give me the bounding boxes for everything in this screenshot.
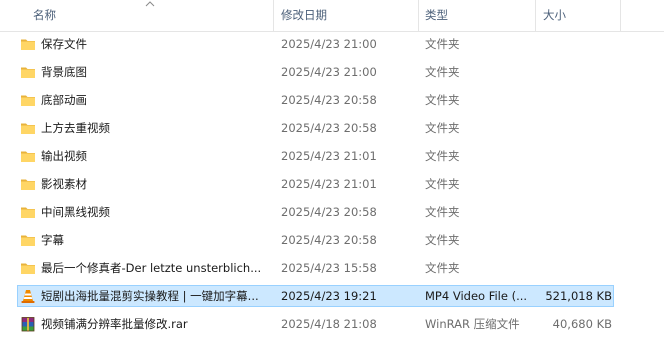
file-size — [540, 145, 612, 167]
file-modified-date: 2025/4/23 20:58 — [281, 121, 377, 135]
vlc-cone-icon — [20, 288, 36, 304]
file-size — [540, 257, 612, 279]
folder-icon — [20, 204, 36, 220]
file-modified-date: 2025/4/23 15:58 — [281, 261, 377, 275]
folder-icon — [20, 232, 36, 248]
column-divider[interactable] — [418, 0, 419, 31]
folder-icon — [20, 260, 36, 276]
file-row[interactable]: 保存文件 2025/4/23 21:00 文件夹 — [0, 33, 664, 55]
file-size — [540, 117, 612, 139]
file-type: 文件夹 — [425, 261, 460, 275]
winrar-archive-icon — [20, 316, 36, 332]
file-type: 文件夹 — [425, 65, 460, 79]
file-name[interactable]: 中间黑线视频 — [41, 201, 269, 223]
file-name[interactable]: 上方去重视频 — [41, 117, 269, 139]
file-modified-date: 2025/4/23 21:01 — [281, 177, 377, 191]
file-size — [540, 89, 612, 111]
file-size: 521,018 KB — [545, 289, 612, 303]
file-modified-date: 2025/4/23 20:58 — [281, 233, 377, 247]
file-name[interactable]: 短剧出海批量混剪实操教程 | 一键加字幕... — [41, 285, 269, 307]
file-modified-date: 2025/4/23 21:00 — [281, 65, 377, 79]
column-divider[interactable] — [620, 0, 621, 31]
folder-icon — [20, 176, 36, 192]
file-name[interactable]: 背景底图 — [41, 61, 269, 83]
file-size — [540, 173, 612, 195]
file-type: 文件夹 — [425, 149, 460, 163]
file-name[interactable]: 底部动画 — [41, 89, 269, 111]
column-divider[interactable] — [273, 0, 274, 31]
file-type: MP4 Video File (... — [425, 289, 528, 303]
file-size — [540, 33, 612, 55]
file-row[interactable]: 中间黑线视频 2025/4/23 20:58 文件夹 — [0, 201, 664, 223]
folder-icon — [20, 36, 36, 52]
sort-ascending-icon[interactable] — [144, 0, 156, 9]
folder-icon — [20, 148, 36, 164]
column-header-type[interactable]: 类型 — [425, 0, 448, 31]
file-name[interactable]: 字幕 — [41, 229, 269, 251]
file-row[interactable]: 底部动画 2025/4/23 20:58 文件夹 — [0, 89, 664, 111]
file-modified-date: 2025/4/23 21:01 — [281, 149, 377, 163]
file-modified-date: 2025/4/23 19:21 — [281, 289, 377, 303]
column-divider[interactable] — [535, 0, 536, 31]
file-row[interactable]: 短剧出海批量混剪实操教程 | 一键加字幕... 2025/4/23 19:21 MP… — [0, 285, 664, 307]
file-type: 文件夹 — [425, 177, 460, 191]
file-name[interactable]: 保存文件 — [41, 33, 269, 55]
file-modified-date: 2025/4/23 20:58 — [281, 93, 377, 107]
file-type: 文件夹 — [425, 121, 460, 135]
file-size: 40,680 KB — [552, 317, 612, 331]
file-modified-date: 2025/4/23 21:00 — [281, 37, 377, 51]
file-row[interactable]: 字幕 2025/4/23 20:58 文件夹 — [0, 229, 664, 251]
file-name[interactable]: 影视素材 — [41, 173, 269, 195]
file-row[interactable]: 背景底图 2025/4/23 21:00 文件夹 — [0, 61, 664, 83]
file-size — [540, 201, 612, 223]
file-type: WinRAR 压缩文件 — [425, 317, 520, 331]
file-row[interactable]: 输出视频 2025/4/23 21:01 文件夹 — [0, 145, 664, 167]
file-type: 文件夹 — [425, 233, 460, 247]
file-name[interactable]: 视频铺满分辨率批量修改.rar — [41, 313, 269, 335]
folder-icon — [20, 120, 36, 136]
file-name[interactable]: 最后一个修真者-Der letzte unsterblich... — [41, 257, 269, 279]
file-type: 文件夹 — [425, 93, 460, 107]
file-modified-date: 2025/4/18 21:08 — [281, 317, 377, 331]
file-row[interactable]: 影视素材 2025/4/23 21:01 文件夹 — [0, 173, 664, 195]
file-row[interactable]: 最后一个修真者-Der letzte unsterblich... 2025/4/… — [0, 257, 664, 279]
file-size — [540, 229, 612, 251]
folder-icon — [20, 92, 36, 108]
file-modified-date: 2025/4/23 20:58 — [281, 205, 377, 219]
column-header-bar: 名称 修改日期 类型 大小 — [0, 0, 664, 32]
file-name[interactable]: 输出视频 — [41, 145, 269, 167]
column-header-date[interactable]: 修改日期 — [281, 0, 327, 31]
column-header-name[interactable]: 名称 — [33, 0, 56, 31]
file-type: 文件夹 — [425, 205, 460, 219]
file-row[interactable]: 上方去重视频 2025/4/23 20:58 文件夹 — [0, 117, 664, 139]
file-type: 文件夹 — [425, 37, 460, 51]
column-header-size[interactable]: 大小 — [543, 0, 566, 31]
file-size — [540, 61, 612, 83]
file-row[interactable]: 视频铺满分辨率批量修改.rar 2025/4/18 21:08 WinRAR 压缩文… — [0, 313, 664, 335]
folder-icon — [20, 64, 36, 80]
